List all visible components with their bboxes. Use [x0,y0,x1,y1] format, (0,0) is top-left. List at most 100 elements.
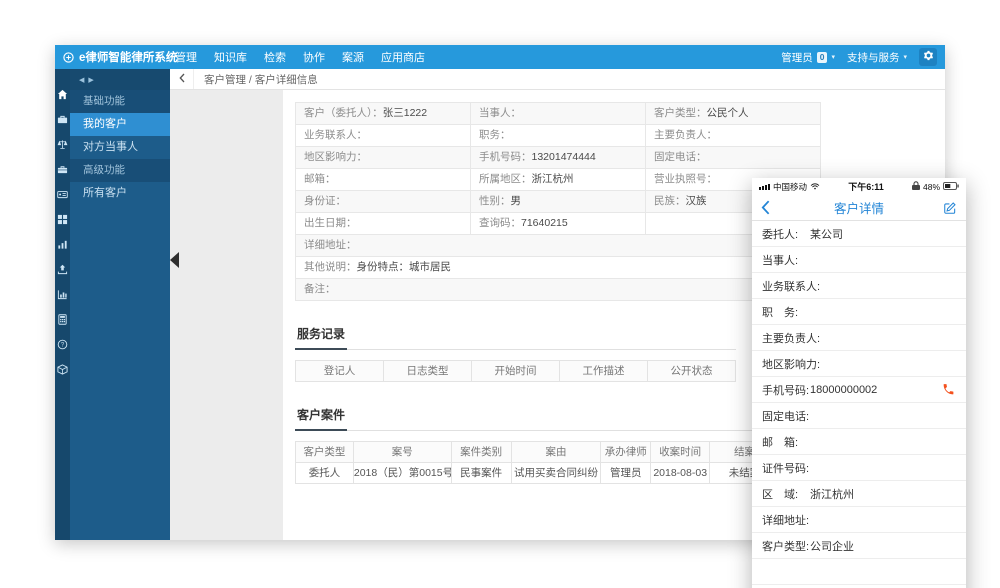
settings-button[interactable] [919,48,937,66]
column-header: 公开状态 [648,361,736,382]
column-header: 承办律师 [601,442,651,463]
sidebar-group-advanced-functions[interactable]: 高级功能 [70,159,170,182]
column-header: 案号 [354,442,452,463]
table-header-row: 客户类型 案号 案件类别 案由 承办律师 收案时间 结案 [296,442,780,463]
carrier-label: 中国移动 [773,181,807,193]
svg-text:?: ? [61,343,65,349]
sidebar-collapse-control[interactable]: ◀ ▶ [70,69,170,90]
phone-row-region-influence[interactable]: 地区影响力: [752,351,966,377]
phone-nav-bar: 客户详情 [752,195,966,221]
admin-label: 管理员 [781,50,813,65]
phone-row-address[interactable]: 详细地址: [752,507,966,533]
field-client-principal: 客户（委托人）：张三1222 [296,103,471,125]
home-icon[interactable] [57,89,68,100]
phone-row-principal[interactable]: 委托人:某公司 [752,221,966,247]
menu-item-manage[interactable]: 管理 [175,49,197,65]
topbar-menu: 管理 知识库 检索 协作 案源 应用商店 [175,49,425,65]
phone-page-title: 客户详情 [752,198,966,217]
phone-row-client-type[interactable]: 客户类型:公司企业 [752,533,966,559]
field-party: 当事人： [471,103,646,125]
upload-icon[interactable] [57,264,68,275]
package-icon[interactable] [57,364,68,375]
field-landline: 固定电话： [646,147,821,169]
form-row: 地区影响力： 手机号码：13201474444 固定电话： [296,147,821,169]
sidebar-group-basic-functions[interactable]: 基础功能 [70,90,170,113]
menu-item-app-store[interactable]: 应用商店 [381,49,425,65]
id-card-icon[interactable] [57,189,68,200]
chevron-left-icon [179,70,185,88]
phone-row-mobile[interactable]: 手机号码: 18000000002 [752,377,966,403]
back-button[interactable] [170,69,194,89]
service-records-title: 服务记录 [295,325,347,350]
breadcrumb-bar: 客户管理 / 客户详细信息 [170,69,945,90]
support-dropdown[interactable]: 支持与服务 ▾ [847,50,907,65]
menu-item-case-source[interactable]: 案源 [342,49,364,65]
menu-item-collaborate[interactable]: 协作 [303,49,325,65]
field-region-influence: 地区影响力： [296,147,471,169]
field-id-card: 身份证： [296,191,471,213]
clock-label: 下午6:11 [823,180,909,193]
page-canvas: e律师智能律所系统 管理 知识库 检索 协作 案源 应用商店 管理员 0 ▾ 支… [0,0,1000,588]
phone-mockup: 中国移动 下午6:11 48% 客户详情 [752,178,966,588]
column-header: 日志类型 [384,361,472,382]
orientation-lock-icon [912,181,920,192]
calculator-icon[interactable] [57,314,68,325]
field-query-code: 查询码：71640215 [471,213,646,235]
menu-item-knowledge[interactable]: 知识库 [214,49,247,65]
phone-back-button[interactable] [761,200,770,215]
phone-row-position[interactable]: 职 务: [752,299,966,325]
section-header: 客户案件 [295,406,780,431]
phone-row-business-contact[interactable]: 业务联系人: [752,273,966,299]
stats-bars-icon[interactable] [57,239,68,250]
phone-row-id-number[interactable]: 证件号码: [752,455,966,481]
form-row: 详细地址： [296,235,821,257]
cell-case-category: 民事案件 [452,463,512,484]
chevron-right-icon: ▶ [88,76,93,84]
menu-item-search[interactable]: 检索 [264,49,286,65]
column-header: 登记人 [296,361,384,382]
cell-case-cause: 试用买卖合同纠纷 [512,463,602,484]
phone-row-party[interactable]: 当事人: [752,247,966,273]
chart-icon[interactable] [57,289,68,300]
phone-row-email[interactable]: 邮 箱: [752,429,966,455]
notification-badge: 0 [817,52,828,63]
phone-row-region[interactable]: 区 域:浙江杭州 [752,481,966,507]
help-icon[interactable]: ? [57,339,68,350]
field-position: 职务： [471,125,646,147]
column-header: 案件类别 [452,442,512,463]
battery-percent: 48% [923,182,940,192]
client-detail-form: 客户（委托人）：张三1222 当事人： 客户类型：公民个人 业务联系人： 职务：… [295,102,821,301]
sidebar-item-my-clients[interactable]: 我的客户 [70,113,170,136]
gear-icon [923,50,934,64]
phone-row-landline[interactable]: 固定电话: [752,403,966,429]
app-logo[interactable]: e律师智能律所系统 [55,49,175,65]
form-row: 客户（委托人）：张三1222 当事人： 客户类型：公民个人 [296,103,821,125]
table-row[interactable]: 委托人 2018（民）第0015号 民事案件 试用买卖合同纠纷 管理员 2018… [296,463,780,484]
phone-row-partial [752,559,966,585]
scale-icon[interactable] [57,139,68,150]
panel-collapse-handle[interactable] [170,252,179,268]
phone-edit-button[interactable] [943,201,957,215]
caret-down-icon: ▾ [903,53,907,61]
phone-status-bar: 中国移动 下午6:11 48% [752,178,966,195]
form-row: 其他说明：身份特点：城市居民 [296,257,821,279]
admin-dropdown[interactable]: 管理员 0 ▾ [781,50,835,65]
wifi-icon [810,182,820,192]
briefcase-icon[interactable] [57,164,68,175]
phone-row-main-owner[interactable]: 主要负责人: [752,325,966,351]
chevron-left-icon: ◀ [79,76,84,84]
column-header: 工作描述 [560,361,648,382]
cell-case-number: 2018（民）第0015号 [354,463,452,484]
field-address: 详细地址： [296,235,821,257]
form-row: 身份证： 性别：男 民族：汉族 [296,191,821,213]
field-business-contact: 业务联系人： [296,125,471,147]
sidebar-item-all-clients[interactable]: 所有客户 [70,182,170,205]
phone-call-icon[interactable] [942,383,955,399]
form-row: 业务联系人： 职务： 主要负责人： [296,125,821,147]
apps-grid-icon[interactable] [57,214,68,225]
sidebar-item-opposing-party[interactable]: 对方当事人 [70,136,170,159]
cell-accept-date: 2018-08-03 [651,463,710,484]
field-main-owner: 主要负责人： [646,125,821,147]
client-cases-table: 客户类型 案号 案件类别 案由 承办律师 收案时间 结案 委托人 2018（民）… [295,441,780,484]
toolbox-icon[interactable] [57,114,68,125]
